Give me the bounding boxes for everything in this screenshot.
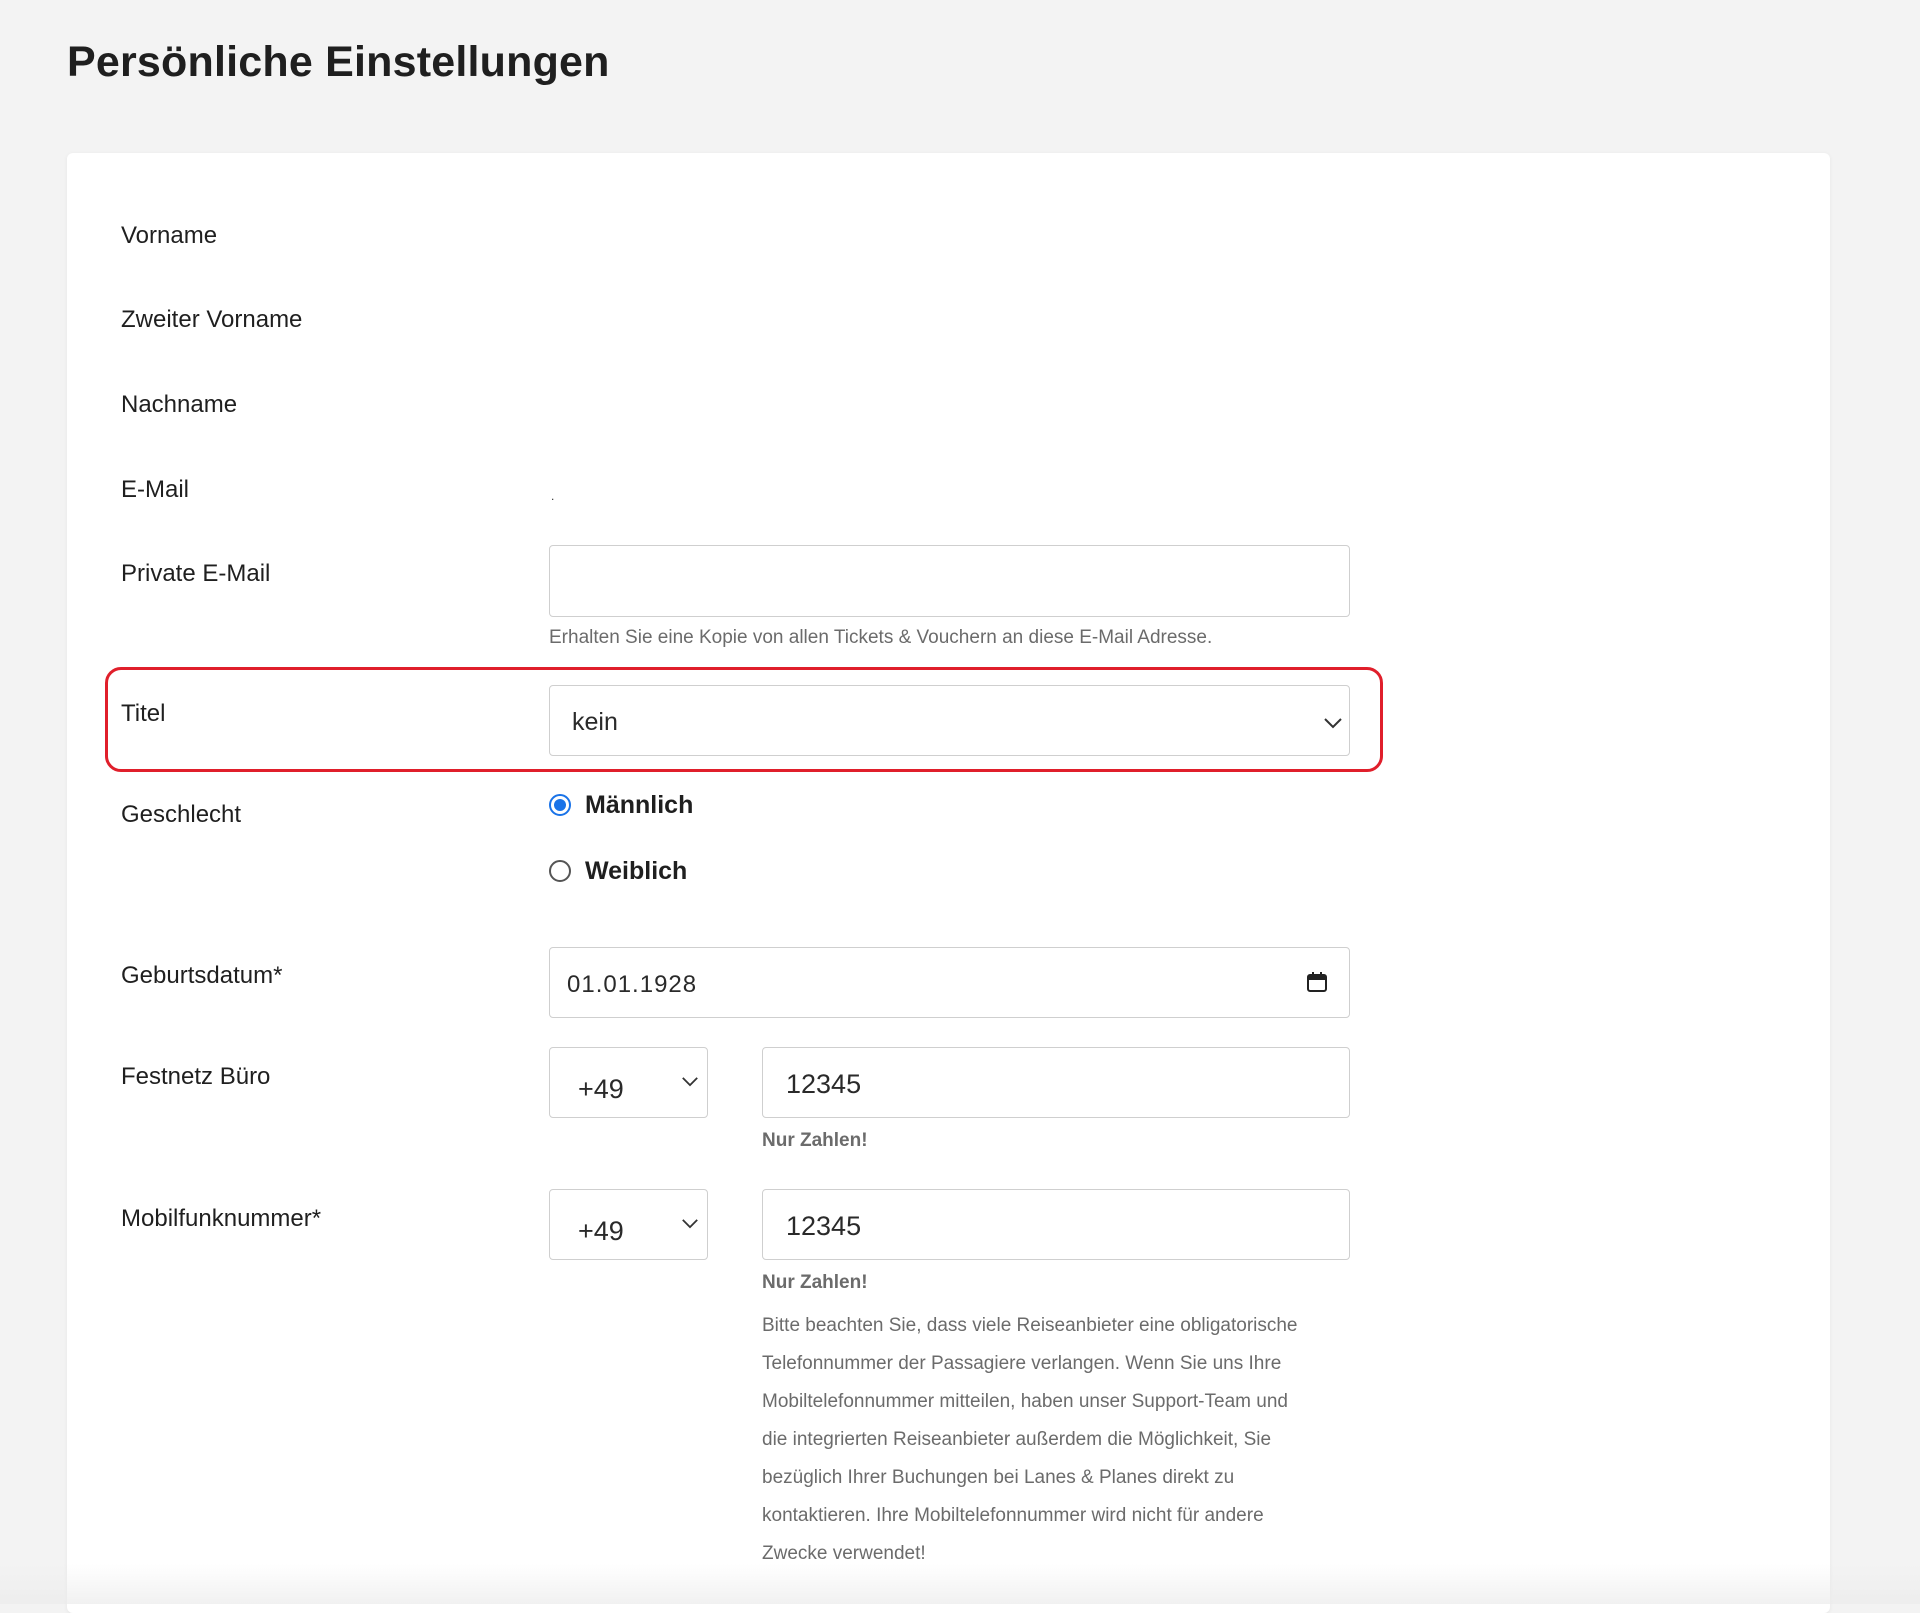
radio-maennlich[interactable]	[549, 794, 571, 816]
radio-weiblich-label[interactable]: Weiblich	[585, 857, 687, 886]
festnetz-hint: Nur Zahlen!	[762, 1130, 868, 1151]
radio-weiblich[interactable]	[549, 860, 571, 882]
page-title: Persönliche Einstellungen	[67, 38, 610, 86]
chevron-down-icon	[682, 1219, 698, 1229]
festnetz-country-code: +49	[578, 1074, 624, 1104]
mobil-country-code: +49	[578, 1216, 624, 1246]
mobil-number-field[interactable]: 12345	[762, 1189, 1350, 1260]
private-email-field[interactable]	[549, 545, 1350, 617]
festnetz-label: Festnetz Büro	[121, 1063, 271, 1090]
festnetz-country-select[interactable]: +49	[549, 1047, 708, 1118]
festnetz-number-value: 12345	[786, 1069, 862, 1099]
geburtsdatum-field[interactable]: 01.01.1928	[549, 947, 1350, 1018]
titel-select[interactable]: kein	[549, 685, 1350, 756]
radio-maennlich-label[interactable]: Männlich	[585, 791, 693, 820]
private-email-label: Private E-Mail	[121, 560, 271, 587]
zweiter-vorname-label: Zweiter Vorname	[121, 306, 303, 333]
vorname-label: Vorname	[121, 222, 218, 249]
geburtsdatum-label: Geburtsdatum*	[121, 962, 283, 989]
titel-label: Titel	[121, 700, 166, 727]
geschlecht-label: Geschlecht	[121, 801, 242, 828]
festnetz-number-field[interactable]: 12345	[762, 1047, 1350, 1118]
mobil-country-select[interactable]: +49	[549, 1189, 708, 1260]
mobil-note: Bitte beachten Sie, dass viele Reiseanbi…	[762, 1315, 1298, 1564]
mobil-hint: Nur Zahlen!	[762, 1272, 868, 1293]
calendar-icon[interactable]	[1306, 971, 1328, 993]
mobil-number-value: 12345	[786, 1211, 862, 1241]
titel-selected-value: kein	[572, 708, 618, 736]
chevron-down-icon	[1324, 718, 1342, 729]
private-email-help: Erhalten Sie eine Kopie von allen Ticket…	[549, 627, 1213, 648]
email-label: E-Mail	[121, 476, 190, 503]
chevron-down-icon	[682, 1077, 698, 1087]
email-value: .	[551, 489, 555, 503]
mobil-label: Mobilfunknummer*	[121, 1205, 322, 1232]
nachname-label: Nachname	[121, 391, 238, 418]
geburtsdatum-value: 01.01.1928	[567, 971, 698, 998]
